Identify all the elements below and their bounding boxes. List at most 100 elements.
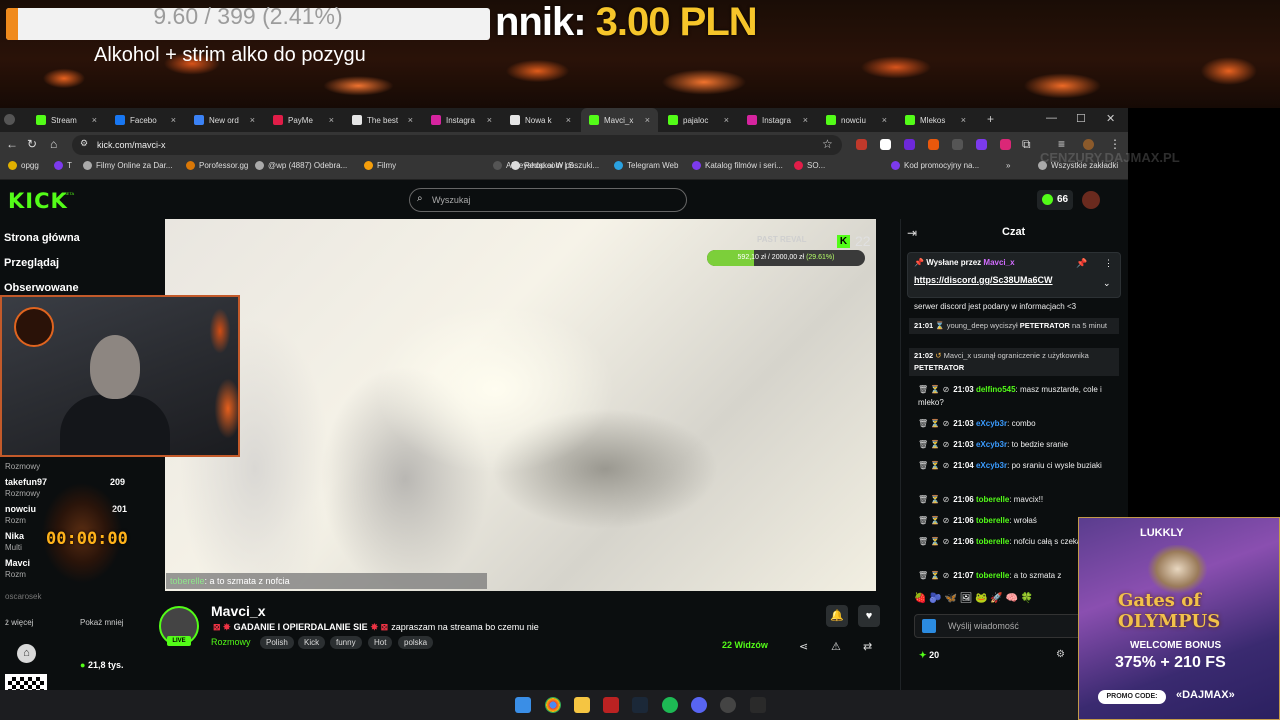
close-window-icon[interactable]: ✕ xyxy=(1106,112,1115,125)
tab-close-icon[interactable]: × xyxy=(487,115,492,125)
show-less-link[interactable]: Pokaż mniej xyxy=(80,618,124,627)
message-user[interactable]: young_deep xyxy=(947,321,988,330)
profile-icon[interactable] xyxy=(4,114,15,125)
video-player[interactable] xyxy=(165,219,876,591)
bookmark-item[interactable]: » xyxy=(1006,161,1010,170)
moderation-icons[interactable]: 🗑 ⏳ ⊘ xyxy=(918,571,949,580)
stream-tag[interactable]: funny xyxy=(330,636,362,649)
notification-bell-button[interactable]: 🔔 xyxy=(826,605,848,627)
app-icon[interactable] xyxy=(750,697,766,713)
chat-settings-icon[interactable]: ⚙ xyxy=(1056,649,1065,660)
browser-tab[interactable]: Instagra × xyxy=(739,108,816,132)
moderation-icons[interactable]: 🗑 ⏳ ⊘ xyxy=(918,385,949,394)
stream-tag[interactable]: Polish xyxy=(260,636,294,649)
message-user[interactable]: eXcyb3r xyxy=(976,461,1007,470)
user-avatar[interactable] xyxy=(1082,191,1100,209)
side-channel-name[interactable]: Nika xyxy=(5,531,24,541)
bookmark-item[interactable]: @wp (4887) Odebra... xyxy=(255,161,347,170)
stream-tag[interactable]: Hot xyxy=(368,636,393,649)
url-bar[interactable]: kick.com/mavci-x xyxy=(72,135,842,155)
search-input[interactable]: Wyszukaj xyxy=(409,188,687,212)
app-icon[interactable] xyxy=(603,697,619,713)
discord-icon[interactable] xyxy=(691,697,707,713)
bookmark-item[interactable]: SO... xyxy=(794,161,825,170)
message-user[interactable]: toberelle xyxy=(976,571,1009,580)
browser-tab[interactable]: Facebo × xyxy=(107,108,184,132)
reload-icon[interactable]: ↻ xyxy=(27,137,37,151)
tab-close-icon[interactable]: × xyxy=(566,115,571,125)
browser-tab[interactable]: Nowa k × xyxy=(502,108,579,132)
share-icon[interactable]: ⋖ xyxy=(799,640,808,653)
extension-icon[interactable] xyxy=(928,139,939,150)
moderation-icons[interactable]: 🗑 ⏳ ⊘ xyxy=(918,440,949,449)
spotify-icon[interactable] xyxy=(662,697,678,713)
bookmark-item[interactable]: Telegram Web xyxy=(614,161,678,170)
collapse-chat-icon[interactable]: ⇥ xyxy=(907,226,917,240)
steam-icon[interactable] xyxy=(632,697,648,713)
app-icon[interactable] xyxy=(720,697,736,713)
bookmark-item[interactable]: Filmy Online za Dar... xyxy=(83,161,172,170)
emote-bar[interactable]: 🍓 🫐 🦋 🖼 🐸 🚀 🧠 🍀 xyxy=(914,593,1033,604)
tab-close-icon[interactable]: × xyxy=(408,115,413,125)
windows-start-icon[interactable] xyxy=(515,697,531,713)
kick-logo[interactable]: KICK xyxy=(8,189,68,213)
media-control-icon[interactable]: ≡ xyxy=(1058,137,1065,151)
moderation-icons[interactable]: 🗑 ⏳ ⊘ xyxy=(918,516,949,525)
tab-close-icon[interactable]: × xyxy=(882,115,887,125)
nav-browse[interactable]: Przeglądaj xyxy=(4,257,59,269)
browser-tab[interactable]: PayMe × xyxy=(265,108,342,132)
pinned-link[interactable]: https://discord.gg/Sc38UMa6CW xyxy=(914,275,1053,285)
nav-following[interactable]: Obserwowane xyxy=(4,282,79,294)
tab-close-icon[interactable]: × xyxy=(171,115,176,125)
new-tab-button[interactable]: + xyxy=(987,112,994,126)
maximize-icon[interactable]: ☐ xyxy=(1076,112,1086,125)
moderation-icons[interactable]: 🗑 ⏳ ⊘ xyxy=(918,461,949,470)
moderation-icons[interactable]: 🗑 ⏳ ⊘ xyxy=(918,495,949,504)
message-user[interactable]: toberelle xyxy=(976,495,1009,504)
bookmark-item[interactable]: Kod promocyjny na... xyxy=(891,161,979,170)
tab-close-icon[interactable]: × xyxy=(250,115,255,125)
message-user[interactable]: Mavci_x xyxy=(944,351,972,360)
bookmark-item[interactable]: Porofessor.gg xyxy=(186,161,248,170)
site-info-icon[interactable]: ⚙ xyxy=(80,138,88,149)
pinned-user[interactable]: Mavci_x xyxy=(983,258,1014,267)
browser-tab[interactable]: The best × xyxy=(344,108,421,132)
user-avatar-icon[interactable] xyxy=(1083,139,1094,150)
minimize-icon[interactable]: — xyxy=(1046,112,1057,124)
bookmark-item[interactable]: Redakai W poszuki... xyxy=(511,161,599,170)
back-icon[interactable]: ← xyxy=(6,137,18,151)
browser-tab[interactable]: Mavci_x × xyxy=(581,108,658,132)
browser-tab[interactable]: Mlekos × xyxy=(897,108,974,132)
home-icon[interactable]: ⌂ xyxy=(50,137,57,151)
emote-picker-icon[interactable] xyxy=(922,619,936,633)
pinned-menu-icon[interactable]: ⋮ xyxy=(1104,258,1113,269)
browser-tab[interactable]: pajaloc × xyxy=(660,108,737,132)
moderation-icons[interactable]: 🗑 ⏳ ⊘ xyxy=(918,419,949,428)
extension-icon[interactable] xyxy=(904,139,915,150)
stream-tag[interactable]: polska xyxy=(398,636,434,649)
bookmark-item[interactable]: opgg xyxy=(8,161,39,170)
message-user[interactable]: eXcyb3r xyxy=(976,419,1007,428)
tab-close-icon[interactable]: × xyxy=(961,115,966,125)
file-explorer-icon[interactable] xyxy=(574,697,590,713)
browser-tab[interactable]: New ord × xyxy=(186,108,263,132)
bookmark-item[interactable]: Katalog filmów i seri... xyxy=(692,161,783,170)
extension-icon[interactable] xyxy=(880,139,891,150)
chrome-icon[interactable] xyxy=(545,697,561,713)
extension-icon[interactable] xyxy=(856,139,867,150)
extensions-puzzle-icon[interactable]: ⧉ xyxy=(1022,137,1031,152)
browser-tab[interactable]: Stream × xyxy=(28,108,105,132)
side-channel-name[interactable]: oscarosek xyxy=(5,592,41,601)
tab-close-icon[interactable]: × xyxy=(724,115,729,125)
message-user[interactable]: toberelle xyxy=(976,516,1009,525)
follow-heart-button[interactable]: ♥ xyxy=(858,605,880,627)
report-icon[interactable]: ⚠ xyxy=(831,640,841,653)
clip-icon[interactable]: ⇄ xyxy=(863,640,872,653)
extension-icon[interactable] xyxy=(1000,139,1011,150)
show-more-link[interactable]: ż więcej xyxy=(5,618,33,627)
bookmark-star-icon[interactable]: ☆ xyxy=(822,137,833,151)
moderation-icons[interactable]: 🗑 ⏳ ⊘ xyxy=(918,537,949,546)
browser-tab[interactable]: nowciu × xyxy=(818,108,895,132)
stream-category[interactable]: Rozmowy xyxy=(211,637,251,647)
tab-close-icon[interactable]: × xyxy=(329,115,334,125)
